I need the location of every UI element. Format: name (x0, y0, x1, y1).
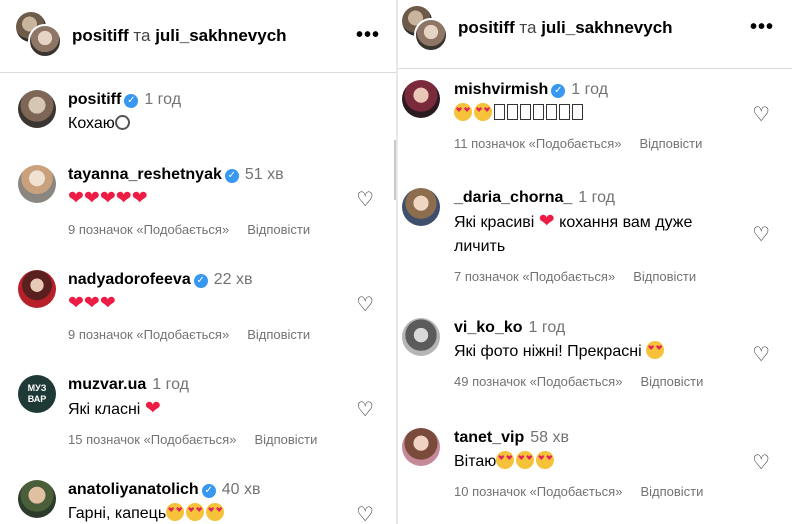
comment-text: Кохаю (68, 112, 346, 136)
comment-time[interactable]: 40 хв (222, 481, 261, 498)
avatar[interactable] (18, 90, 56, 128)
avatar[interactable] (18, 480, 56, 518)
avatar[interactable] (402, 188, 440, 226)
comment-text: Які класні ❤ (68, 398, 161, 419)
likes-count[interactable]: 9 позначок «Подобається» (68, 327, 229, 342)
smiling-hearts-emoji-icon (646, 341, 665, 359)
comment-username[interactable]: tayanna_reshetnyak (68, 166, 222, 183)
heart-outline-icon[interactable]: ♡ (356, 187, 374, 212)
reply-link[interactable]: Відповісти (247, 222, 310, 237)
heart-outline-icon[interactable]: ♡ (752, 222, 770, 247)
reply-link[interactable]: Відповісти (640, 484, 703, 499)
more-options-icon[interactable]: ••• (356, 24, 380, 47)
comment-text (454, 102, 742, 126)
comment-username[interactable]: positiff (68, 91, 121, 108)
comment-time[interactable]: 1 год (144, 91, 181, 108)
comment-time[interactable]: 1 год (152, 376, 189, 393)
heart-outline-icon[interactable]: ♡ (752, 102, 770, 127)
heart-eyes-emoji-icon (206, 503, 225, 521)
heart-eyes-emoji-icon (186, 503, 205, 521)
avatar[interactable] (18, 270, 56, 308)
comment-time[interactable]: 51 хв (245, 166, 284, 183)
reply-link[interactable]: Відповісти (640, 374, 703, 389)
comment-text: Які фото ніжні! Прекрасні (454, 340, 742, 364)
avatar[interactable] (402, 318, 440, 356)
author-link[interactable]: positiff (72, 26, 129, 45)
more-options-icon[interactable]: ••• (750, 16, 774, 39)
comment-text: ❤❤❤ (68, 293, 116, 314)
likes-count[interactable]: 11 позначок «Подобається» (454, 136, 621, 151)
heart-eyes-emoji-icon (474, 103, 492, 121)
comment-username[interactable]: tanet_vip (454, 429, 524, 446)
author-link[interactable]: juli_sakhnevych (155, 26, 286, 45)
comment-text: Гарні, капець (68, 502, 346, 524)
avatar (28, 24, 62, 58)
reply-link[interactable]: Відповісти (254, 432, 317, 447)
heart-outline-icon[interactable]: ♡ (752, 450, 770, 475)
authors-conjunction: та (133, 26, 151, 45)
comment-text: Які красиві ❤ кохання вам дуже личить (454, 211, 693, 255)
authors-conjunction: та (519, 18, 537, 37)
author-link[interactable]: juli_sakhnevych (541, 18, 672, 37)
left-comments-panel: positiff та juli_sakhnevych ••• positiff… (0, 0, 396, 524)
comment-username[interactable]: vi_ko_ko (454, 319, 522, 336)
likes-count[interactable]: 15 позначок «Подобається» (68, 432, 236, 447)
heart-outline-icon[interactable]: ♡ (356, 292, 374, 317)
verified-badge-icon: ✓ (193, 274, 208, 288)
comment-time[interactable]: 1 год (571, 81, 608, 98)
comment-text: ❤❤❤❤❤ (68, 188, 148, 209)
comment-username[interactable]: _daria_chorna_ (454, 189, 572, 206)
ring-icon (114, 115, 130, 130)
heart-outline-icon[interactable]: ♡ (356, 397, 374, 422)
collab-avatars[interactable] (16, 12, 62, 58)
likes-count[interactable]: 10 позначок «Подобається» (454, 484, 622, 499)
author-link[interactable]: positiff (458, 18, 515, 37)
likes-count[interactable]: 7 позначок «Подобається» (454, 269, 615, 284)
avatar[interactable]: МУЗ ВАР (18, 375, 56, 413)
comment-time[interactable]: 1 год (578, 189, 615, 206)
reply-link[interactable]: Відповісти (633, 269, 696, 284)
heart-eyes-emoji-icon (536, 451, 555, 469)
reply-link[interactable]: Відповісти (247, 327, 310, 342)
verified-badge-icon: ✓ (224, 169, 239, 183)
verified-badge-icon: ✓ (201, 484, 216, 498)
post-header: positiff та juli_sakhnevych ••• (398, 0, 792, 69)
collab-avatars[interactable] (402, 6, 448, 52)
heart-eyes-emoji-icon (454, 103, 472, 121)
verified-badge-icon: ✓ (551, 84, 566, 98)
reply-link[interactable]: Відповісти (639, 136, 702, 151)
verified-badge-icon: ✓ (124, 94, 139, 108)
comment-username[interactable]: nadyadorofeeva (68, 271, 191, 288)
right-comments-panel: positiff та juli_sakhnevych ••• mishvirm… (398, 0, 792, 524)
comment-text: Вітаю (454, 450, 742, 474)
comment-time[interactable]: 58 хв (530, 429, 569, 446)
heart-outline-icon[interactable]: ♡ (752, 342, 770, 367)
comment-time[interactable]: 1 год (528, 319, 565, 336)
comment-username[interactable]: mishvirmish (454, 81, 548, 98)
avatar[interactable] (18, 165, 56, 203)
heart-eyes-emoji-icon (516, 451, 535, 469)
heart-eyes-emoji-icon (496, 451, 515, 469)
heart-outline-icon[interactable]: ♡ (356, 502, 374, 524)
heart-eyes-emoji-icon (166, 503, 185, 521)
likes-count[interactable]: 49 позначок «Подобається» (454, 374, 622, 389)
post-authors: positiff та juli_sakhnevych (458, 18, 673, 38)
post-header: positiff та juli_sakhnevych ••• (0, 0, 396, 73)
avatar (414, 18, 448, 52)
comment-username[interactable]: anatoliyanatolich (68, 481, 199, 498)
avatar[interactable] (402, 80, 440, 118)
avatar[interactable] (402, 428, 440, 466)
post-authors: positiff та juli_sakhnevych (72, 26, 287, 46)
comment-username[interactable]: muzvar.ua (68, 376, 146, 393)
likes-count[interactable]: 9 позначок «Подобається» (68, 222, 229, 237)
comment-time[interactable]: 22 хв (214, 271, 253, 288)
